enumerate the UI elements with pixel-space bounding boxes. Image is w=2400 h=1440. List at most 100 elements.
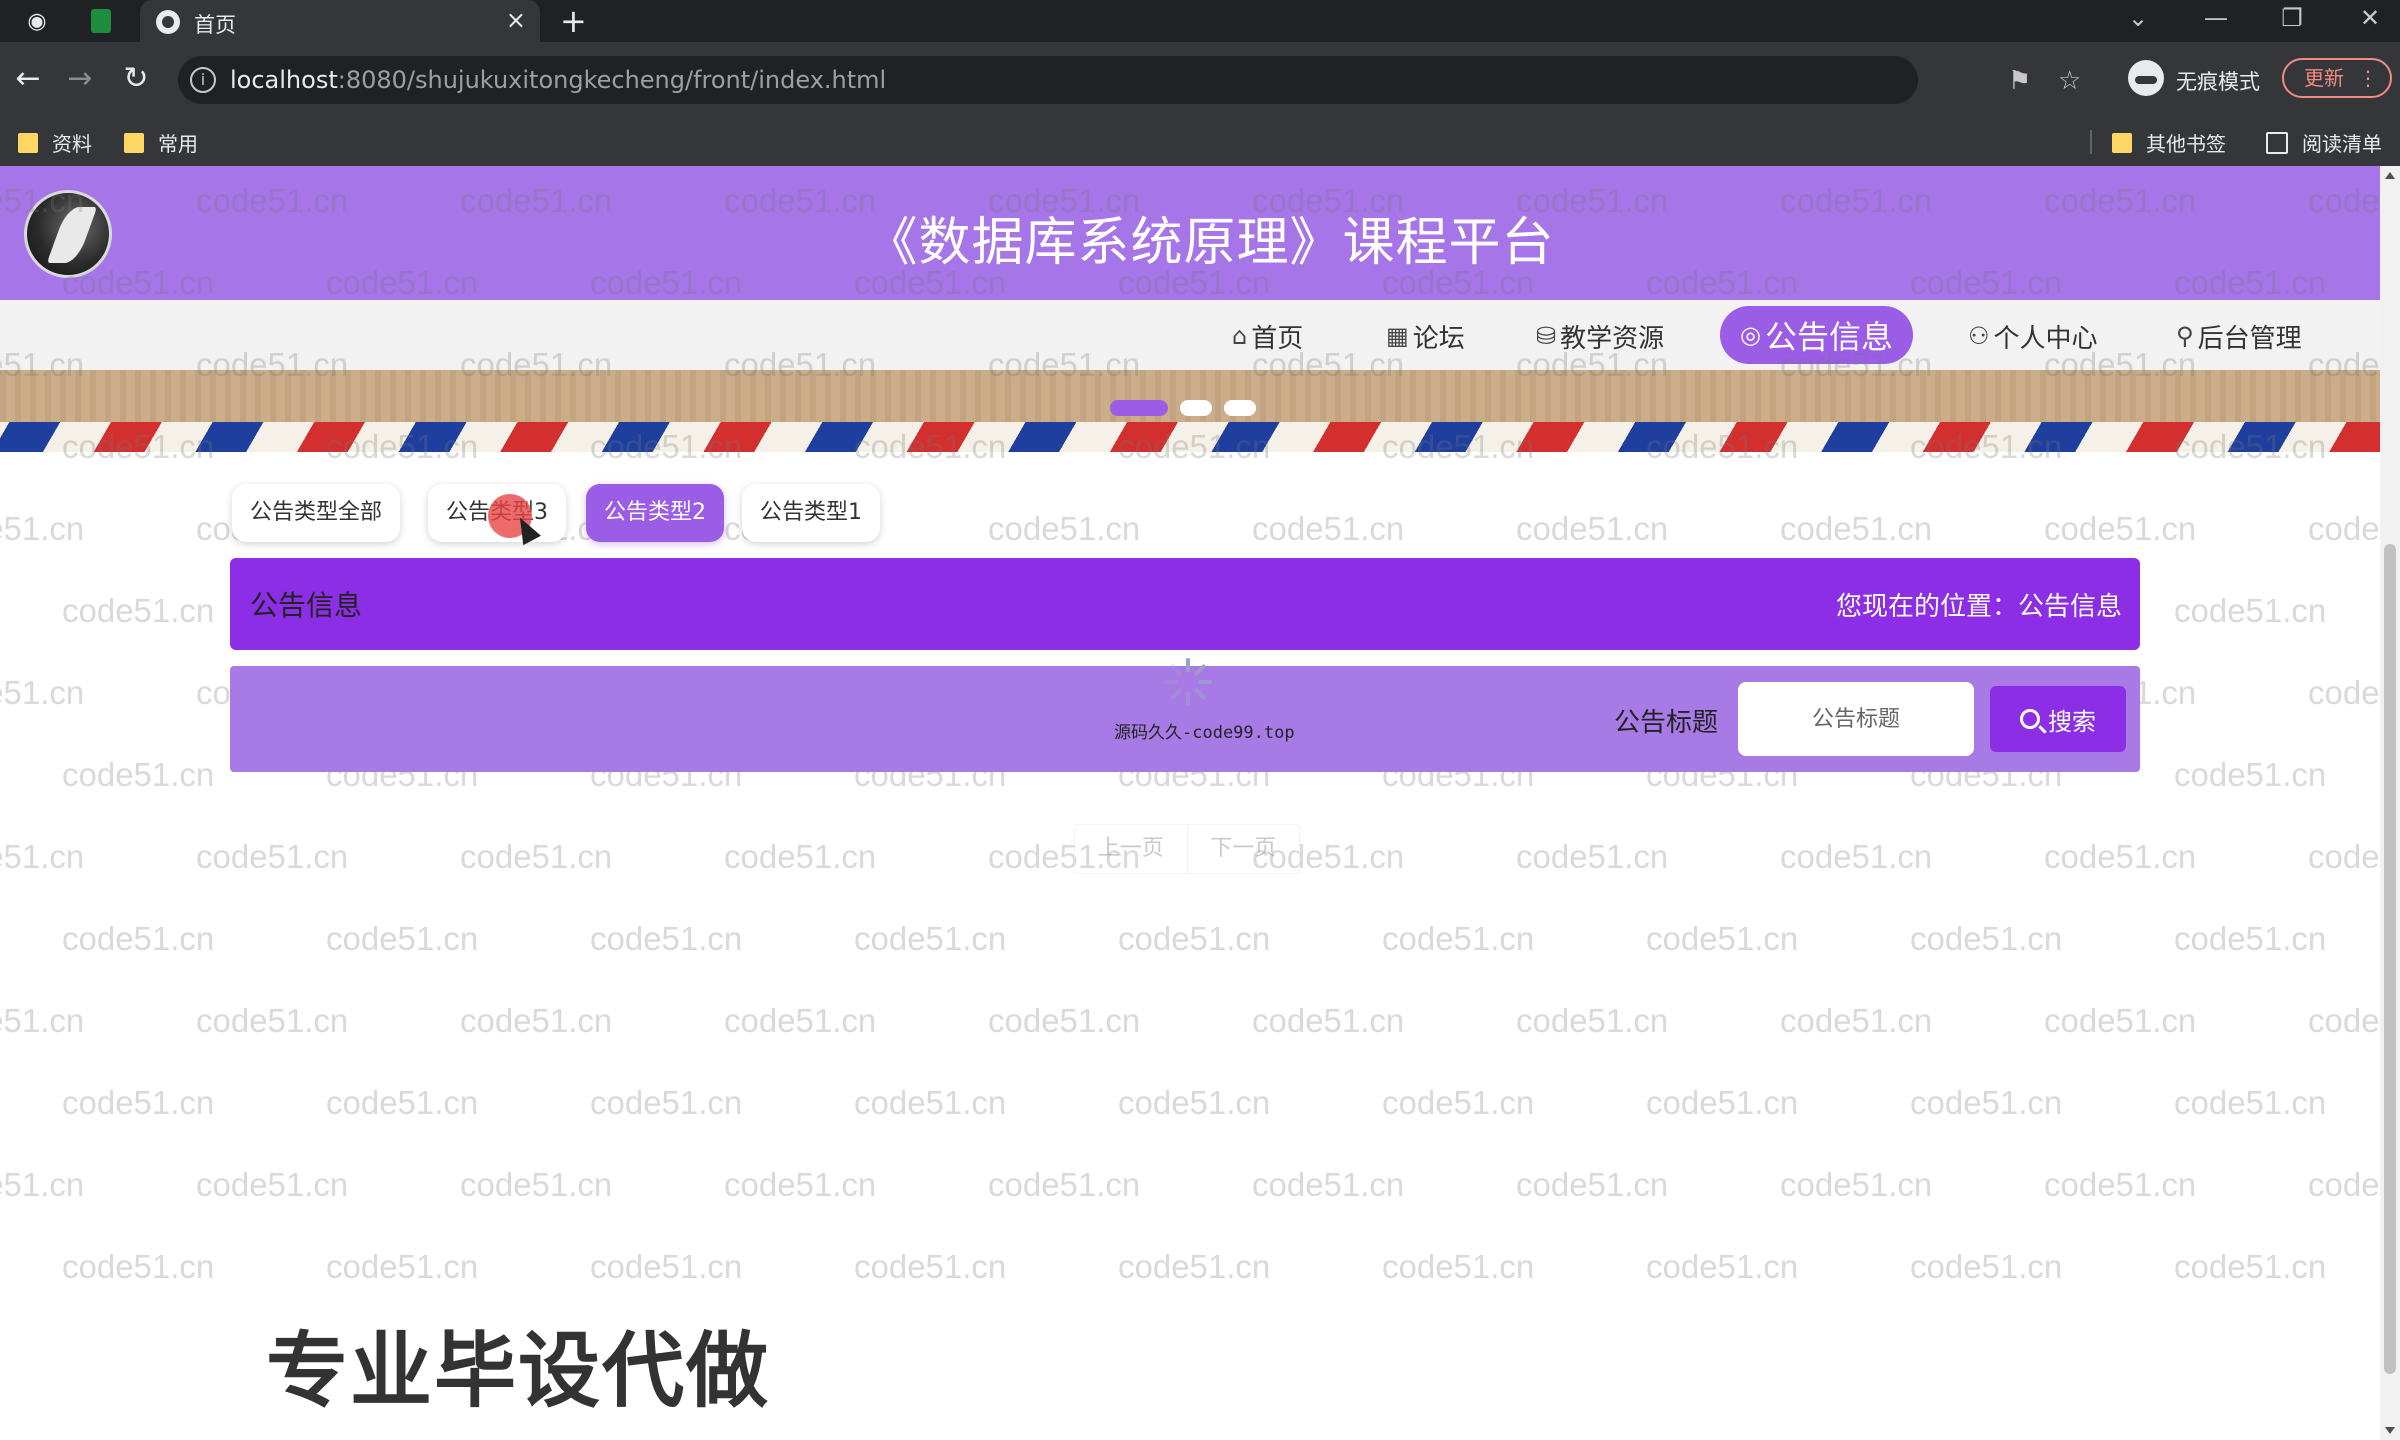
carousel-dot[interactable] — [1180, 400, 1212, 416]
watermark-text: code51.cn — [2044, 838, 2197, 875]
scrollbar-thumb[interactable] — [2384, 544, 2396, 1374]
watermark-text: code51.cn — [1252, 1002, 1405, 1039]
other-bookmarks[interactable]: 其他书签 — [2112, 128, 2226, 157]
watermark-text: code51.cn — [1516, 1166, 1669, 1203]
site-title: 《数据库系统原理》课程平台 — [865, 213, 1555, 273]
watermark-text: code51.cn — [62, 756, 215, 793]
bookmark-star-icon[interactable]: ☆ — [2058, 66, 2081, 96]
search-icon — [2020, 709, 2040, 729]
bookmarks-bar: 资料 常用 其他书签 阅读清单 — [0, 118, 2400, 166]
watermark-text: code51.cn — [2044, 1166, 2197, 1203]
watermark-text: code51.cn — [196, 1002, 349, 1039]
update-button[interactable]: 更新 ⋮ — [2282, 58, 2392, 98]
new-tab-button[interactable]: + — [560, 2, 587, 40]
watermark-text: code51.cn — [854, 920, 1007, 957]
watermark-text: code51.cn — [62, 1248, 215, 1285]
watermark-text: code51.cn — [1646, 1248, 1799, 1285]
watermark-text: code51.cn — [460, 838, 613, 875]
bookmark-folder[interactable]: 资料 — [18, 128, 92, 157]
watermark-text: code51.cn — [0, 510, 85, 547]
watermark-text: code51.cn — [1252, 510, 1405, 547]
reload-button[interactable]: ↻ — [116, 58, 156, 98]
back-button[interactable]: ← — [8, 58, 48, 98]
nav-forum[interactable]: ▦ 论坛 — [1386, 318, 1465, 354]
watermark-text: code51.cn — [2308, 1002, 2380, 1039]
nav-notice[interactable]: ◎ 公告信息 — [1720, 306, 1913, 364]
watermark-text: code51.cn — [1382, 1084, 1535, 1121]
watermark-text: code51.cn — [326, 1084, 479, 1121]
nav-profile[interactable]: ⚇ 个人中心 — [1968, 318, 2098, 354]
site-header: 《数据库系统原理》课程平台 — [0, 166, 2380, 300]
watermark-text: code51.cn — [988, 1166, 1141, 1203]
filter-all[interactable]: 公告类型全部 — [232, 484, 401, 542]
next-page-button[interactable]: 下一页 — [1186, 825, 1300, 873]
scroll-up-icon[interactable] — [2385, 172, 2395, 179]
carousel-dot[interactable] — [1224, 400, 1256, 416]
loading-spinner-icon — [1164, 658, 1212, 706]
scroll-down-icon[interactable] — [2385, 1427, 2395, 1434]
close-window-icon[interactable]: ✕ — [2350, 4, 2390, 32]
section-header: 公告信息 您现在的位置：公告信息 — [230, 558, 2140, 650]
browser-tab-strip: ◉ 首页 × + ⌄ — ❐ ✕ — [0, 0, 2400, 42]
watermark-text: code51.cn — [854, 1084, 1007, 1121]
user-icon: ⚇ — [1968, 322, 1990, 350]
restore-icon[interactable]: ❐ — [2272, 4, 2312, 32]
watermark-text: code51.cn — [590, 1248, 743, 1285]
search-input[interactable] — [1738, 682, 1974, 756]
watermark-text: code51.cn — [1516, 1002, 1669, 1039]
watermark-text: code51.cn — [1910, 920, 2063, 957]
carousel-dot-active[interactable] — [1110, 400, 1168, 416]
watermark-text: code51.cn — [0, 838, 85, 875]
breadcrumb: 您现在的位置：公告信息 — [1835, 592, 2122, 622]
tab-search-icon[interactable]: ⌄ — [2118, 4, 2158, 32]
nav-resources[interactable]: ⛁ 教学资源 — [1536, 318, 1664, 354]
notice-icon: ◎ — [1740, 321, 1761, 349]
airmail-stripes — [0, 422, 2380, 452]
watermark-text: code51.cn — [1780, 838, 1933, 875]
section-title: 公告信息 — [250, 589, 363, 622]
main-nav: ⌂ 首页 ▦ 论坛 ⛁ 教学资源 ◎ 公告信息 ⚇ 个人中心 ⚲ 后台管理 — [0, 300, 2380, 370]
watermark-text: code51.cn — [1382, 1248, 1535, 1285]
pagination: 上一页 下一页 — [1074, 824, 1300, 874]
watermark-text: code51.cn — [326, 1248, 479, 1285]
watermark-text: code51.cn — [2174, 1248, 2327, 1285]
prev-page-button[interactable]: 上一页 — [1075, 825, 1187, 873]
bookmark-folder[interactable]: 常用 — [124, 128, 198, 157]
browser-menu-icon[interactable]: ◉ — [20, 6, 54, 36]
watermark-text: code51.cn — [460, 1002, 613, 1039]
browser-tab-active[interactable]: 首页 × — [140, 0, 540, 42]
browser-toolbar: ← → ↻ i localhost:8080/shujukuxitongkech… — [0, 42, 2400, 118]
watermark-text: code51.cn — [724, 1166, 877, 1203]
watermark-text: code51.cn — [0, 1002, 85, 1039]
sheets-tab-icon[interactable] — [84, 6, 118, 36]
blocked-popup-icon[interactable]: ⚑ — [2008, 66, 2031, 96]
resource-icon: ⛁ — [1536, 322, 1557, 350]
watermark-text: code51.cn — [724, 1002, 877, 1039]
watermark-text: code51.cn — [196, 1166, 349, 1203]
site-info-icon[interactable]: i — [190, 67, 216, 93]
filter-type-1[interactable]: 公告类型1 — [742, 484, 880, 542]
watermark-text: code51.cn — [2174, 756, 2327, 793]
filter-type-2[interactable]: 公告类型2 — [586, 484, 724, 542]
reading-list[interactable]: 阅读清单 — [2266, 128, 2382, 157]
address-bar[interactable]: i localhost:8080/shujukuxitongkecheng/fr… — [178, 56, 2081, 104]
tab-title: 首页 — [194, 13, 236, 37]
watermark-text: code51.cn — [1646, 920, 1799, 957]
nav-home[interactable]: ⌂ 首页 — [1232, 318, 1303, 354]
search-button[interactable]: 搜索 — [1990, 686, 2126, 752]
search-label: 公告标题 — [1614, 708, 1719, 738]
watermark-text: code51.cn — [1516, 510, 1669, 547]
watermark-text: code51.cn — [62, 1084, 215, 1121]
watermark-text: code51.cn — [1780, 510, 1933, 547]
minimize-icon[interactable]: — — [2196, 4, 2236, 32]
watermark-text: code51.cn — [590, 920, 743, 957]
watermark-text: code51.cn — [2174, 1084, 2327, 1121]
page-scrollbar[interactable] — [2380, 166, 2400, 1440]
watermark-text: code51.cn — [2308, 1166, 2380, 1203]
nav-admin[interactable]: ⚲ 后台管理 — [2176, 318, 2302, 354]
promo-overlay-text: 专业毕设代做 — [266, 1324, 771, 1419]
watermark-text: code51.cn — [1118, 1248, 1271, 1285]
forward-button[interactable]: → — [60, 58, 100, 98]
close-tab-icon[interactable]: × — [506, 6, 526, 34]
incognito-icon — [2128, 60, 2164, 96]
